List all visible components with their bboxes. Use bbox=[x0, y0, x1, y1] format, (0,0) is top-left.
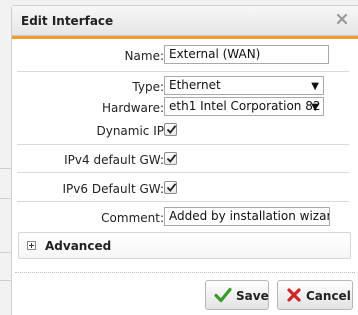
ipv4-gw-label: IPv4 default GW: bbox=[64, 153, 164, 167]
close-icon bbox=[286, 287, 302, 306]
dynamic-ip-checkbox[interactable] bbox=[164, 123, 177, 136]
comment-row: Comment: Added by installation wizard bbox=[12, 207, 358, 229]
separator bbox=[17, 71, 349, 72]
ipv4-gw-checkbox[interactable] bbox=[164, 152, 177, 165]
checkmark-icon bbox=[214, 287, 232, 306]
chevron-down-icon: ▼ bbox=[311, 102, 319, 113]
dynamic-ip-row: Dynamic IP bbox=[12, 120, 358, 142]
name-row: Name: External (WAN) bbox=[12, 45, 358, 67]
footer-divider bbox=[15, 272, 355, 273]
type-select[interactable]: Ethernet ▼ bbox=[164, 76, 324, 95]
separator bbox=[17, 201, 349, 202]
close-icon[interactable] bbox=[335, 12, 349, 26]
ipv4-gw-row: IPv4 default GW: bbox=[12, 149, 358, 171]
save-button-label: Save bbox=[236, 289, 269, 303]
type-label: Type: bbox=[132, 80, 164, 94]
comment-input[interactable]: Added by installation wizard bbox=[164, 207, 330, 226]
name-input[interactable]: External (WAN) bbox=[164, 45, 329, 64]
name-label: Name: bbox=[124, 49, 164, 63]
dialog-title: Edit Interface bbox=[21, 14, 114, 28]
comment-label: Comment: bbox=[101, 211, 164, 225]
dialog-titlebar: Edit Interface bbox=[12, 6, 358, 36]
checkmark-icon bbox=[166, 154, 177, 163]
ipv6-gw-row: IPv6 Default GW: bbox=[12, 178, 358, 200]
plus-icon[interactable] bbox=[27, 241, 36, 250]
dynamic-ip-label: Dynamic IP bbox=[96, 124, 164, 138]
save-button[interactable]: Save bbox=[205, 280, 269, 310]
ipv6-gw-checkbox[interactable] bbox=[164, 181, 177, 194]
title-accent-bar bbox=[12, 36, 358, 39]
cancel-button-label: Cancel bbox=[306, 289, 351, 303]
hardware-select-value: eth1 Intel Corporation 82 bbox=[169, 99, 321, 113]
advanced-section-toggle[interactable]: Advanced bbox=[18, 232, 351, 259]
hardware-select[interactable]: eth1 Intel Corporation 82 ▼ bbox=[164, 97, 324, 116]
checkmark-icon bbox=[166, 183, 177, 192]
separator bbox=[17, 144, 349, 145]
separator bbox=[17, 172, 349, 173]
advanced-label: Advanced bbox=[45, 239, 112, 253]
hardware-label: Hardware: bbox=[102, 101, 164, 115]
chevron-down-icon: ▼ bbox=[311, 81, 319, 92]
edit-interface-dialog: Edit Interface Name: External (WAN) Type… bbox=[11, 5, 358, 315]
cancel-button[interactable]: Cancel bbox=[277, 280, 353, 310]
ipv6-gw-label: IPv6 Default GW: bbox=[62, 182, 165, 196]
type-row: Type: Ethernet ▼ bbox=[12, 76, 358, 98]
type-select-value: Ethernet bbox=[169, 78, 221, 92]
checkmark-icon bbox=[166, 125, 177, 134]
hardware-row: Hardware: eth1 Intel Corporation 82 ▼ bbox=[12, 97, 358, 119]
